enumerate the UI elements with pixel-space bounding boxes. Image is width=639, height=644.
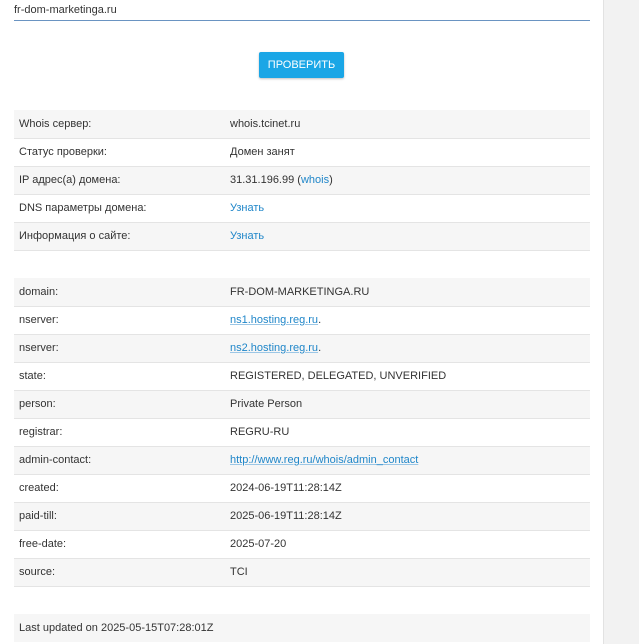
record-suffix: . xyxy=(318,342,322,354)
record-suffix: . xyxy=(318,314,322,326)
table-row: Статус проверки: Домен занят xyxy=(14,138,590,167)
record-key: person: xyxy=(14,390,225,419)
table-row: IP адрес(а) домена: 31.31.196.99 (whois) xyxy=(14,166,590,195)
table-row: created: 2024-06-19T11:28:14Z xyxy=(14,474,590,503)
table-row: registrar: REGRU-RU xyxy=(14,418,590,447)
ip-suffix: ) xyxy=(329,174,333,186)
record-value: 2024-06-19T11:28:14Z xyxy=(225,474,590,503)
whois-link[interactable]: whois xyxy=(301,174,329,186)
record-key: paid-till: xyxy=(14,502,225,531)
row-label: Информация о сайте: xyxy=(14,222,225,251)
domain-input[interactable] xyxy=(14,0,590,21)
record-value: 2025-07-20 xyxy=(225,530,590,559)
record-value: FR-DOM-MARKETINGA.RU xyxy=(225,278,590,307)
check-button[interactable]: ПРОВЕРИТЬ xyxy=(259,52,344,78)
table-row: nserver: ns2.hosting.reg.ru. xyxy=(14,334,590,363)
row-label: IP адрес(а) домена: xyxy=(14,166,225,195)
record-key: created: xyxy=(14,474,225,503)
record-key: source: xyxy=(14,558,225,587)
table-row: state: REGISTERED, DELEGATED, UNVERIFIED xyxy=(14,362,590,391)
nserver-link[interactable]: ns2.hosting.reg.ru xyxy=(230,342,318,354)
record-value: ns1.hosting.reg.ru. xyxy=(225,306,590,335)
table-row: paid-till: 2025-06-19T11:28:14Z xyxy=(14,502,590,531)
table-row: Информация о сайте: Узнать xyxy=(14,222,590,251)
ip-address: 31.31.196.99 ( xyxy=(230,174,301,186)
record-key: state: xyxy=(14,362,225,391)
row-value: whois.tcinet.ru xyxy=(225,110,590,139)
row-value: Домен занят xyxy=(225,138,590,167)
table-row: DNS параметры домена: Узнать xyxy=(14,194,590,223)
row-value: Узнать xyxy=(225,194,590,223)
admin-contact-link[interactable]: http://www.reg.ru/whois/admin_contact xyxy=(230,454,418,466)
table-row: admin-contact: http://www.reg.ru/whois/a… xyxy=(14,446,590,475)
table-row: source: TCI xyxy=(14,558,590,587)
site-info-link[interactable]: Узнать xyxy=(230,230,264,242)
record-value: TCI xyxy=(225,558,590,587)
record-value: REGRU-RU xyxy=(225,418,590,447)
row-label: Whois сервер: xyxy=(14,110,225,139)
table-row: domain: FR-DOM-MARKETINGA.RU xyxy=(14,278,590,307)
record-key: domain: xyxy=(14,278,225,307)
table-row: free-date: 2025-07-20 xyxy=(14,530,590,559)
record-value: http://www.reg.ru/whois/admin_contact xyxy=(225,446,590,475)
record-key: free-date: xyxy=(14,530,225,559)
record-key: admin-contact: xyxy=(14,446,225,475)
row-value: 31.31.196.99 (whois) xyxy=(225,166,590,195)
dns-check-link[interactable]: Узнать xyxy=(230,202,264,214)
whois-panel: ПРОВЕРИТЬ Whois сервер: whois.tcinet.ru … xyxy=(0,0,604,644)
table-row: nserver: ns1.hosting.reg.ru. xyxy=(14,306,590,335)
record-key: registrar: xyxy=(14,418,225,447)
whois-records-table: domain: FR-DOM-MARKETINGA.RU nserver: ns… xyxy=(14,278,590,587)
record-value: 2025-06-19T11:28:14Z xyxy=(225,502,590,531)
nserver-link[interactable]: ns1.hosting.reg.ru xyxy=(230,314,318,326)
table-row: Whois сервер: whois.tcinet.ru xyxy=(14,110,590,139)
row-value: Узнать xyxy=(225,222,590,251)
row-label: DNS параметры домена: xyxy=(14,194,225,223)
record-value: Private Person xyxy=(225,390,590,419)
record-value: REGISTERED, DELEGATED, UNVERIFIED xyxy=(225,362,590,391)
record-value: ns2.hosting.reg.ru. xyxy=(225,334,590,363)
table-row: person: Private Person xyxy=(14,390,590,419)
whois-summary-table: Whois сервер: whois.tcinet.ru Статус про… xyxy=(14,110,590,251)
record-key: nserver: xyxy=(14,334,225,363)
row-label: Статус проверки: xyxy=(14,138,225,167)
last-updated: Last updated on 2025-05-15T07:28:01Z xyxy=(14,614,590,642)
record-key: nserver: xyxy=(14,306,225,335)
